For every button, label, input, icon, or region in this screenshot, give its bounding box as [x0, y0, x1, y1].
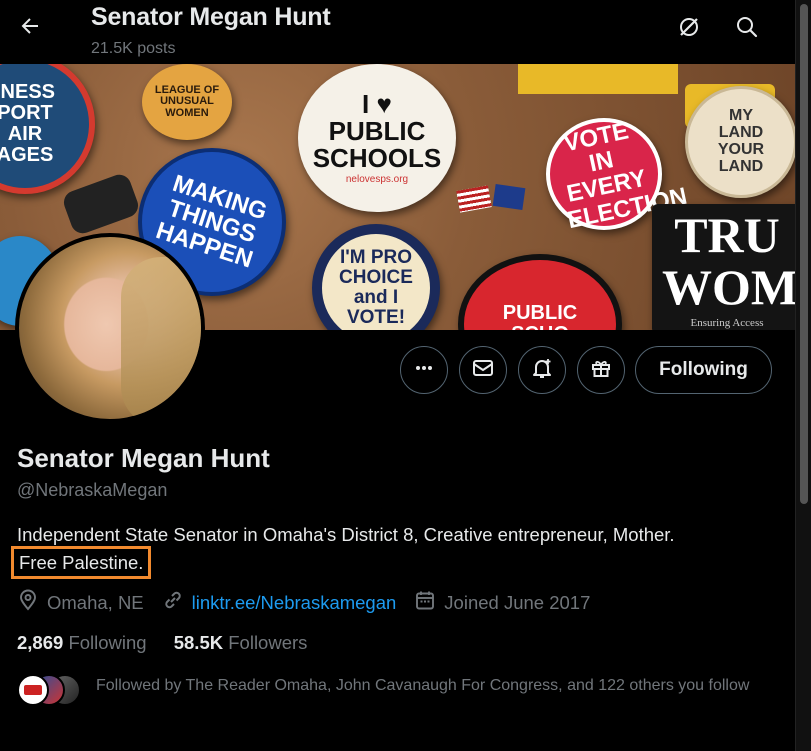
notifications-button[interactable] — [518, 346, 566, 394]
location: Omaha, NE — [17, 589, 144, 616]
following-label: Following — [68, 632, 147, 653]
followers-label: Followers — [228, 632, 308, 653]
website-link[interactable]: linktr.ee/Nebraskamegan — [192, 592, 397, 614]
website[interactable]: linktr.ee/Nebraskamegan — [162, 589, 397, 616]
join-date-text: Joined June 2017 — [444, 591, 591, 613]
location-icon — [17, 589, 47, 616]
profile-header: Senator Megan Hunt 21.5K posts — [0, 0, 795, 64]
scrollbar-thumb[interactable] — [800, 4, 808, 504]
following-button[interactable]: Following — [635, 346, 772, 394]
banner-pin-text: TRU WOM — [662, 206, 795, 316]
following-link[interactable]: 2,869 Following — [17, 632, 147, 653]
following-count: 2,869 — [17, 632, 64, 653]
banner-pin-text: VOTE IN EVERY ELECTION — [561, 116, 690, 234]
notification-bell-icon — [531, 357, 553, 384]
profile-meta: Omaha, NE linktr.ee/Nebraskamegan Joined… — [17, 589, 608, 616]
banner-pin-text: nelovesps.org — [345, 173, 409, 185]
grok-button[interactable] — [672, 12, 706, 46]
followed-by[interactable]: Followed by The Reader Omaha, John Cavan… — [17, 674, 787, 718]
search-button[interactable] — [730, 12, 764, 46]
arrow-left-icon — [18, 14, 42, 43]
banner-pin: MY LAND YOUR LAND — [685, 86, 795, 198]
gift-icon — [590, 357, 612, 384]
banner-pin-text: Ensuring Access — [690, 316, 764, 329]
banner-pin: I'M PRO CHOICE and I VOTE! — [312, 224, 440, 330]
banner-pin-text: I'M PRO CHOICE and I VOTE! — [339, 247, 413, 328]
banner-pin-text: I ♥ PUBLIC SCHOOLS — [312, 88, 442, 174]
followers-link[interactable]: 58.5K Followers — [174, 632, 308, 653]
search-icon — [735, 15, 759, 44]
banner-pin: TRU WOM Ensuring Access — [652, 204, 795, 330]
banner-pin: VOTE IN EVERY ELECTION — [546, 116, 690, 234]
banner-pin: LEAGUE OF UNUSUAL WOMEN — [142, 64, 232, 140]
profile-bio: Independent State Senator in Omaha's Dis… — [10, 521, 777, 579]
location-text: Omaha, NE — [47, 591, 144, 613]
follow-stats: 2,869 Following 58.5K Followers — [17, 632, 307, 654]
back-button[interactable] — [12, 10, 48, 46]
avatar — [17, 674, 49, 706]
message-button[interactable] — [459, 346, 507, 394]
bio-line: Independent State Senator in Omaha's Dis… — [17, 524, 675, 545]
bio-highlighted-text: Free Palestine. — [10, 546, 152, 579]
followers-count: 58.5K — [173, 632, 224, 653]
banner-pin: I ♥ PUBLIC SCHOOLS nelovesps.org — [298, 64, 456, 212]
banner-pin-text: PUBLIC SCHO — [502, 302, 578, 331]
banner-pin: INESS PORT AIR AGES — [0, 64, 95, 194]
banner-pin-text: INESS PORT AIR AGES — [0, 81, 56, 166]
post-count: 21.5K posts — [91, 40, 176, 57]
join-date: Joined June 2017 — [414, 589, 590, 616]
link-icon — [162, 589, 192, 616]
gift-button[interactable] — [577, 346, 625, 394]
message-icon — [472, 357, 494, 384]
banner-sticker — [518, 64, 678, 94]
flag-pins — [456, 182, 528, 230]
profile-handle: @NebraskaMegan — [17, 480, 168, 500]
banner-pin-text: LEAGUE OF UNUSUAL WOMEN — [154, 83, 220, 119]
banner-pin-text: MY LAND YOUR LAND — [717, 107, 765, 175]
calendar-icon — [414, 589, 444, 616]
banner-pin: PUBLIC SCHO — [458, 254, 622, 330]
avatar[interactable] — [15, 233, 205, 423]
avatar-hair — [121, 257, 201, 419]
followed-by-text: Followed by The Reader Omaha, John Cavan… — [96, 677, 750, 694]
more-icon — [414, 358, 434, 383]
more-button[interactable] — [400, 346, 448, 394]
followed-by-avatars — [17, 674, 87, 706]
profile-name: Senator Megan Hunt — [17, 443, 270, 473]
page-scrollbar[interactable] — [795, 0, 811, 751]
grok-icon — [677, 15, 701, 44]
banner-clip — [60, 171, 142, 237]
header-title: Senator Megan Hunt — [91, 3, 331, 31]
